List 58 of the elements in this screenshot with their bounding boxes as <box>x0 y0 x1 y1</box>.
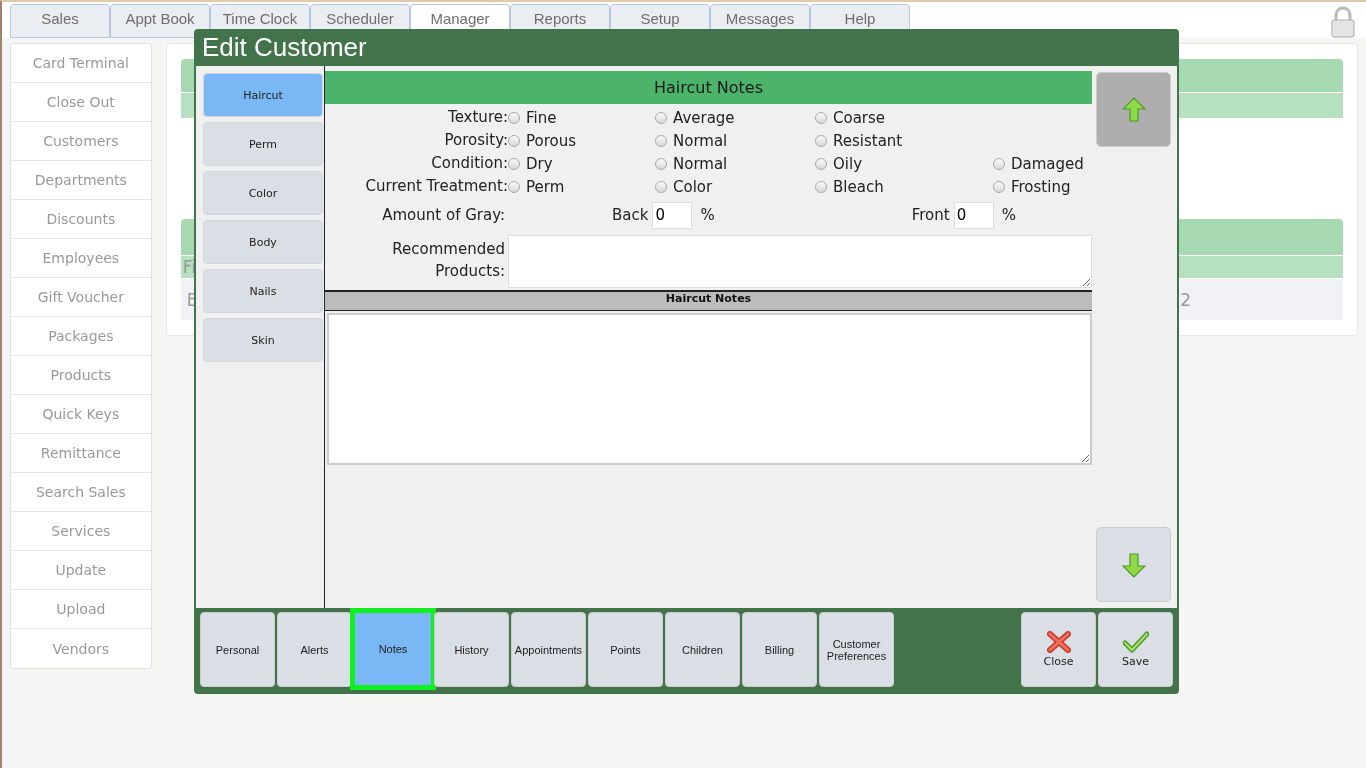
column-header: Fi <box>182 257 196 278</box>
radio-option[interactable]: Average <box>655 106 815 129</box>
nav-tab[interactable]: Appt Book <box>110 4 210 38</box>
bottom-tab[interactable]: History <box>434 612 509 687</box>
radio-option[interactable]: Fine <box>508 106 655 129</box>
save-button[interactable]: Save <box>1098 612 1173 687</box>
radio-option[interactable]: Perm <box>508 175 655 198</box>
front-percent-field[interactable]: 0 <box>953 201 994 229</box>
recommended-products-field[interactable] <box>508 235 1092 288</box>
field-label: Amount of Gray: <box>381 206 505 224</box>
field-label: Front <box>911 206 950 224</box>
scroll-up-button[interactable] <box>1096 72 1171 147</box>
percent-label: % <box>700 206 715 224</box>
field-label: Current Treatment: <box>364 176 508 197</box>
percent-label: % <box>1001 206 1016 224</box>
category-button[interactable]: Color <box>203 171 323 215</box>
up-arrow-icon <box>1121 96 1146 123</box>
close-button[interactable]: Close <box>1021 612 1096 687</box>
close-icon <box>1046 631 1071 653</box>
bottom-tab[interactable]: Points <box>588 612 663 687</box>
category-button[interactable]: Perm <box>203 122 323 166</box>
radio-option[interactable]: Resistant <box>815 129 993 152</box>
radio-option[interactable]: Oily <box>815 152 993 175</box>
radio-option[interactable]: Frosting <box>993 175 1092 198</box>
category-button[interactable]: Body <box>203 220 323 264</box>
nav-tab[interactable]: Sales <box>10 4 110 38</box>
field-label: Texture: <box>447 107 508 128</box>
bottom-tab[interactable]: Appointments <box>511 612 586 687</box>
bottom-tab[interactable]: Personal <box>200 612 275 687</box>
category-button[interactable]: Skin <box>203 318 323 362</box>
field-label: Porosity: <box>443 130 508 151</box>
down-arrow-icon <box>1121 551 1146 578</box>
radio-option[interactable]: Color <box>655 175 815 198</box>
radio-option[interactable]: Bleach <box>815 175 993 198</box>
bottom-tab[interactable]: Alerts <box>277 612 352 687</box>
field-label: Recommended Products: <box>391 239 505 282</box>
radio-option[interactable]: Damaged <box>993 152 1092 175</box>
radio-option[interactable]: Normal <box>655 129 815 152</box>
table-cell: 2 <box>1180 289 1191 310</box>
bottom-tab[interactable]: Billing <box>742 612 817 687</box>
checkmark-icon <box>1122 631 1149 653</box>
radio-option[interactable]: Coarse <box>815 106 993 129</box>
bottom-tab[interactable]: Notes <box>350 608 436 690</box>
notes-header: Haircut Notes <box>325 290 1092 311</box>
back-percent-field[interactable]: 0 <box>652 201 693 229</box>
bottom-tab[interactable]: Customer Preferences <box>819 612 894 687</box>
field-label: Condition: <box>430 153 508 174</box>
radio-option[interactable]: Dry <box>508 152 655 175</box>
radio-option[interactable]: Normal <box>655 152 815 175</box>
padlock-icon[interactable] <box>1330 6 1356 38</box>
notes-field[interactable] <box>327 313 1092 465</box>
category-button[interactable]: Nails <box>203 269 323 313</box>
scroll-down-button[interactable] <box>1096 527 1171 602</box>
bottom-tab[interactable]: Children <box>665 612 740 687</box>
section-title: Haircut Notes <box>325 71 1092 104</box>
field-label: Back <box>612 206 649 224</box>
category-button[interactable]: Haircut <box>203 73 323 117</box>
radio-option[interactable]: Porous <box>508 129 655 152</box>
